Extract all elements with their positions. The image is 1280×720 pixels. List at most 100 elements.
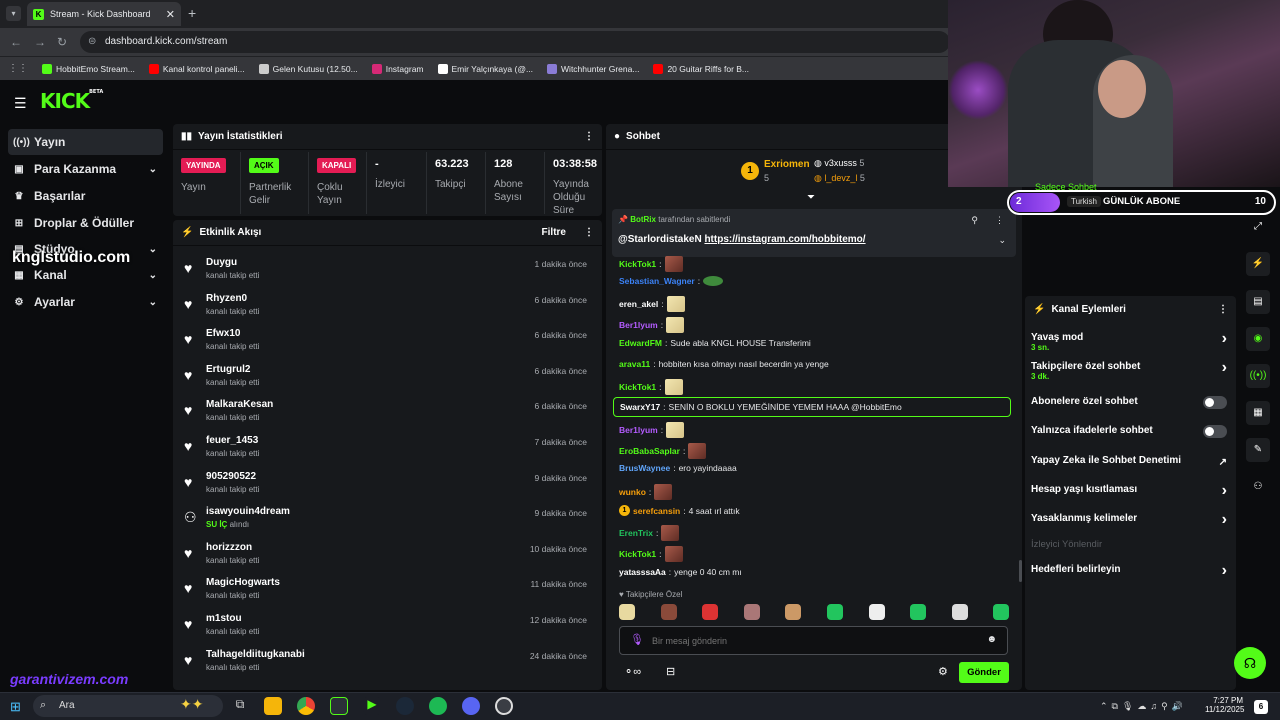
activity-item[interactable]: ♥ horizzzon kanalı takip etti 10 dakika önc… [181,539,595,574]
emote-picker-icon[interactable] [993,604,1010,620]
channel-action-item[interactable]: Yalnızca ifadelerle sohbet [1031,425,1227,438]
chat-scrollbar[interactable] [1019,560,1022,582]
layout-icon[interactable]: ▦ [1246,401,1270,425]
chat-username[interactable]: KickTok1 [619,549,656,559]
channel-action-item[interactable]: Hesap yaşı kısıtlaması › [1031,482,1227,499]
chat-message[interactable]: yatasssaAa: yenge 0 40 cm mı [619,567,742,577]
channel-action-item[interactable]: Abonelere özel sohbet [1031,396,1227,409]
chat-username[interactable]: Sebastian_Wagner [619,276,695,286]
chat-username[interactable]: BrusWaynee [619,463,670,473]
activity-item[interactable]: ♥ Ertugrul2 kanalı takip etti 6 dakika önce [181,361,595,396]
store-icon[interactable]: ⊟ [666,665,675,678]
chat-message[interactable]: KickTok1: [619,256,683,272]
bookmark-item[interactable]: HobbitEmo Stream... [42,63,135,74]
task-view-icon[interactable]: ⧉ [231,697,249,715]
sidebar-item-2[interactable]: ♛ Başarılar [8,183,163,209]
menu-icon[interactable]: ☰ [14,95,27,112]
channel-action-item[interactable]: Yasaklanmış kelimeler › [1031,511,1227,528]
stats-more-icon[interactable]: ⋮ [584,131,594,142]
clock[interactable]: 7:27 PM 11/12/2025 [1205,696,1244,714]
channel-action-item[interactable]: Hedefleri belirleyin › [1031,562,1227,579]
emote-picker-icon[interactable] [743,604,760,620]
chat-username[interactable]: EroBabaSaplar [619,446,680,456]
chat-username[interactable]: arava11 [619,359,650,369]
chat-username[interactable]: SwarxY17 [620,402,660,412]
channel-action-item[interactable]: Yavaş mod 3 sn. › [1031,330,1227,352]
chat-message[interactable]: EroBabaSaplar: [619,443,707,459]
channel-action-item[interactable]: Yapay Zeka ile Sohbet Denetimi ↗ [1031,455,1227,468]
windows-start-icon[interactable]: ⊞ [10,699,21,715]
send-button[interactable]: Gönder [959,662,1009,683]
chat-message[interactable]: KickTok1: [619,546,683,562]
support-icon[interactable]: ☊ [1234,647,1266,679]
sidebar-item-3[interactable]: ⊞ Droplar & Ödüller [8,210,163,236]
bookmark-item[interactable]: Gelen Kutusu (12.50... [258,63,358,74]
chat-settings-icon[interactable]: ⚙ [938,665,948,678]
xbox-icon[interactable] [330,697,348,715]
users-icon[interactable]: ⚇ [1246,475,1270,499]
chat-username[interactable]: KickTok1 [619,259,656,269]
emote-picker-icon[interactable] [619,604,635,620]
activity-item[interactable]: ♥ m1stou kanalı takip etti 12 dakika önce [181,610,595,645]
chat-username[interactable]: eren_akel [619,299,658,309]
chrome-icon[interactable] [297,697,315,715]
activity-item[interactable]: ♥ feuer_1453 kanalı takip etti 7 dakika önc… [181,432,595,467]
chat-input[interactable] [652,631,972,651]
leader-first-name[interactable]: Exriomen [764,159,810,170]
system-tray-icons[interactable]: ⌃⧉🎙☁♫⚲🔊 [1100,701,1187,712]
chat-toggle-icon[interactable]: ◉ [1246,327,1270,351]
new-tab-icon[interactable]: + [188,5,196,21]
filter-button[interactable]: Filtre [542,227,566,238]
channel-actions-more-icon[interactable]: ⋮ [1218,304,1228,315]
pinned-more-icon[interactable]: ⋮ [995,215,1004,226]
discord-icon[interactable] [462,697,480,715]
chat-message[interactable]: wunko: [619,484,673,500]
browser-tab[interactable]: K Stream - Kick Dashboard ✕ [27,2,181,26]
file-explorer-icon[interactable] [264,697,282,715]
emote-picker-icon[interactable] [951,604,968,620]
chat-message[interactable]: SwarxY17: SENİN O BOKLU YEMEĞİNİDE YEMEM … [613,397,1011,417]
sidebar-item-0[interactable]: ((•)) Yayın [8,129,163,155]
chat-message[interactable]: eren_akel: [619,296,685,312]
bookmark-item[interactable]: 20 Guitar Riffs for B... [653,63,749,74]
collapse-leaders-icon[interactable]: ⏷ [807,192,815,203]
activity-item[interactable]: ♥ 905290522 kanalı takip etti 9 dakika önce [181,468,595,503]
activity-more-icon[interactable]: ⋮ [584,227,594,238]
tools-icon[interactable]: ✎ [1246,438,1270,462]
emote-picker-icon[interactable] [702,604,719,620]
emote-picker-icon[interactable] [910,604,927,620]
chat-username[interactable]: yatasssaAa [619,567,666,577]
emote-picker-icon[interactable] [785,604,802,620]
chat-message[interactable]: Sebastian_Wagner: [619,276,724,286]
pinned-link[interactable]: https://instagram.com/hobbitemo/ [704,234,865,245]
activity-item[interactable]: ♥ MagicHogwarts kanalı takip etti 11 dakika… [181,574,595,609]
chat-username[interactable]: Ber1lyum [619,425,658,435]
chat-username[interactable]: Ber1lyum [619,320,658,330]
kick-logo[interactable]: KICKBETA [40,89,103,113]
chat-message[interactable]: EdwardFM: Sude abla KNGL HOUSE Transferim… [619,338,811,348]
quick-action-bolt-icon[interactable]: ⚡ [1246,252,1270,276]
emote-picker-icon[interactable] [660,604,677,620]
sidebar-item-1[interactable]: ▣ Para Kazanma ⌄ [8,156,163,182]
activity-item[interactable]: ♥ Efwx10 kanalı takip etti 6 dakika önce [181,325,595,360]
notification-badge[interactable]: 6 [1254,700,1268,714]
tab-search-icon[interactable]: ▾ [6,6,21,21]
emote-picker-icon[interactable] [868,604,885,620]
steam-icon[interactable] [396,697,414,715]
chat-message[interactable]: BrusWaynee: ero yayindaaaa [619,463,737,473]
chat-users-icon[interactable]: ⚬∞ [624,665,641,678]
apps-icon[interactable]: ⋮⋮ [8,63,28,74]
chat-input-box[interactable]: 🎙 ☻ [619,626,1008,655]
emoji-icon[interactable]: ☻ [986,634,997,645]
chat-username[interactable]: serefcansin [633,506,680,516]
back-icon[interactable]: ← [10,35,22,49]
pinned-by[interactable]: BotRix [630,215,656,224]
chat-message[interactable]: Ber1lyum: [619,422,685,438]
emote-picker-icon[interactable] [827,604,843,620]
expand-icon[interactable]: ⤢ [1246,215,1270,239]
obs-icon[interactable] [495,697,513,715]
forward-icon[interactable]: → [34,35,46,49]
unpin-icon[interactable]: ⚲ [971,215,978,226]
chat-username[interactable]: KickTok1 [619,382,656,392]
site-info-icon[interactable]: ⊜ [88,36,96,47]
